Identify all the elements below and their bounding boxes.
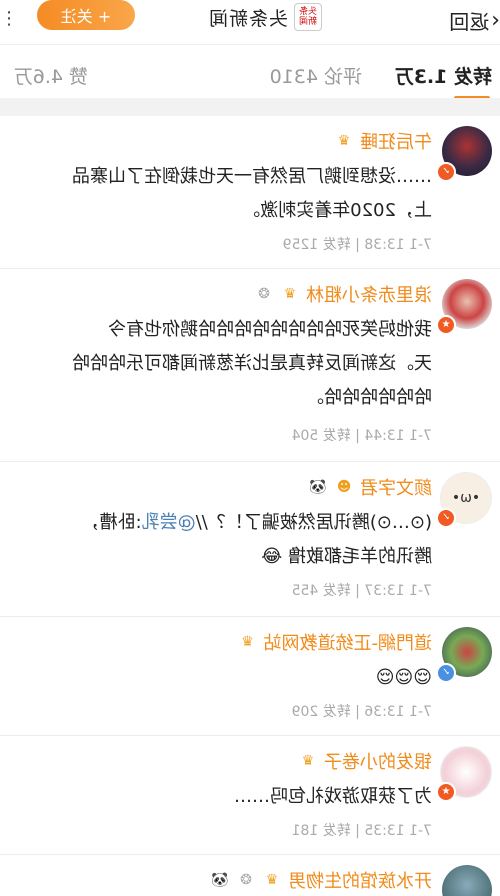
list-item[interactable]: ✓ 午后狂睡 ♛ ……没想到鹅厂居然有一天也栽倒在了山寨品 上，2020年着实刺… [0,116,500,269]
tab-like[interactable]: 赞 4.6万 [14,62,88,89]
more-dots-icon[interactable]: ⋮ [0,8,18,29]
post-meta: 7-1 13:37 | 转发 455 [291,583,432,599]
repost-list: ✓ 午后狂睡 ♛ ……没想到鹅厂居然有一天也栽倒在了山寨品 上，2020年着实刺… [0,116,500,896]
post-text-line: 哈哈哈哈哈哈。 [306,387,432,408]
user-name[interactable]: 浪里赤条小粗林 [306,281,432,307]
crown-icon: ♛ [301,753,315,769]
crown-icon: ♛ [265,872,279,888]
avatar[interactable] [442,865,492,896]
account-brand[interactable]: 头条新闻 头条新闻 [208,3,322,31]
panda-icon: 🐼 [211,872,229,888]
list-item[interactable]: ★ 浪里赤条小粗林 ♛ ❂ 我他妈笑死哈哈哈哈哈哈哈哈鹅你也有今 天。这新闻反转… [0,269,500,462]
verified-badge-icon: ✓ [436,508,456,528]
mention-link[interactable]: @尝乳 [142,512,196,533]
back-label: 返回 [449,9,490,34]
user-name[interactable]: 道門網-正统道教网站 [264,629,433,655]
post-text-line: 腾讯的羊毛都敢撸 😂 [261,546,432,567]
chevron-left-icon: ‹ [491,7,500,33]
list-item[interactable]: 开水族馆的生物男 ♛ ❂ 🐼 [0,855,500,896]
crown-icon: ♛ [241,634,254,650]
user-name[interactable]: 银发的小卷子 [324,748,432,774]
post-text-segment: :卧槽， [81,512,142,533]
post-meta: 7-1 13:38 | 转发 1259 [282,237,432,253]
panda-icon: 🐼 [309,479,327,495]
user-name[interactable]: 开水族馆的生物男 [288,867,432,893]
post-meta: 7-1 13:35 | 转发 181 [291,823,432,839]
medal-icon: ❂ [240,872,252,888]
verified-badge-icon: ✓ [436,162,456,182]
list-item[interactable]: ✓ 道門網-正统道教网站 ♛ 😌😌😌 7-1 13:36 | 转发 209 [0,617,500,736]
verified-badge-icon: ★ [436,782,456,802]
post-text-line: (⊙…⊙)腾讯居然被骗了！？//@尝乳:卧槽， [0,506,432,540]
follow-button[interactable]: + 关注 [37,0,135,30]
verified-badge-icon: ✓ [436,663,456,683]
post-text-segment: (⊙…⊙)腾讯居然被骗了！？// [195,512,432,533]
post-text-line: ……没想到鹅厂居然有一天也栽倒在了山寨品 [72,166,432,187]
crown-icon: ♛ [283,286,297,302]
tab-bar: 转发 1.3万 评论 4310 赞 4.6万 [0,54,500,100]
user-name[interactable]: 颜文字君 [360,474,432,500]
section-divider [0,98,500,116]
brand-logo: 头条新闻 [294,3,322,31]
medal-icon: ❂ [258,286,270,302]
tab-repost[interactable]: 转发 1.3万 [395,62,492,89]
post-text-line: 上，2020年着实刺激。 [242,200,432,221]
list-item[interactable]: ★ 银发的小卷子 ♛ 为了获取游戏礼包吗…… 7-1 13:35 | 转发 18… [0,736,500,855]
verified-badge-icon: ★ [436,315,456,335]
crown-icon: ☻ [336,479,352,495]
tab-comment[interactable]: 评论 4310 [270,62,362,89]
post-text-line: 我他妈笑死哈哈哈哈哈哈哈哈鹅你也有今 [108,319,432,340]
crown-icon: ♛ [337,133,351,149]
post-meta: 7-1 13:36 | 转发 209 [291,704,432,720]
post-text-line: 天。这新闻反转真是比洋葱新闻都可乐哈哈哈 [72,353,432,374]
brand-logo-text: 头条新闻 [299,7,318,27]
top-nav-bar: ‹ 返回 头条新闻 头条新闻 + 关注 ⋮ [0,0,500,45]
list-item[interactable]: •ω• ✓ 颜文字君 ☻ 🐼 (⊙…⊙)腾讯居然被骗了！？//@尝乳:卧槽， 腾… [0,462,500,617]
brand-name: 头条新闻 [207,7,288,30]
post-meta: 7-1 13:44 | 转发 504 [291,428,432,444]
user-name[interactable]: 午后狂睡 [360,128,432,154]
post-text-line: 为了获取游戏礼包吗…… [234,786,432,807]
back-button[interactable]: ‹ 返回 [449,6,500,34]
post-text-line: 😌😌😌 [375,667,432,688]
